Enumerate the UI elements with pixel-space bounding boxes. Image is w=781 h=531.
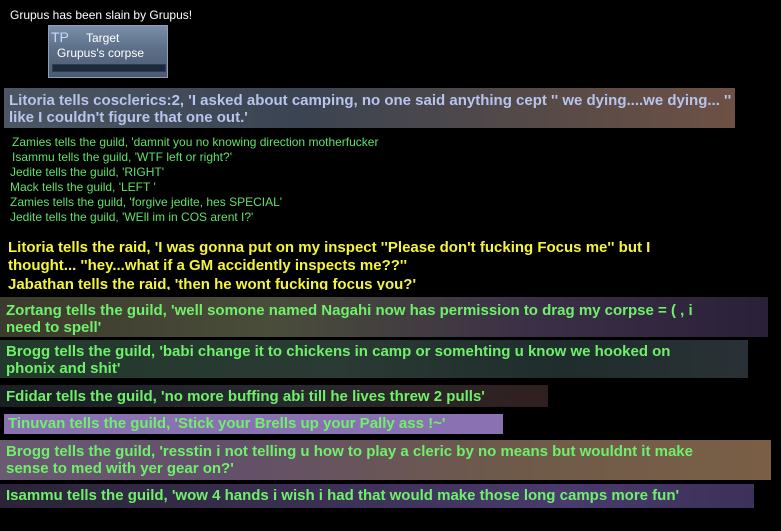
guild-line: Brogg tells the guild, 'resstin i not te… xyxy=(6,443,693,460)
guild-line: Zamies tells the guild, 'damnit you no k… xyxy=(12,135,379,149)
target-icon: TP xyxy=(51,29,69,45)
guild-line: need to spell' xyxy=(6,319,102,336)
guild-line: Jedite tells the guild, 'RIGHT' xyxy=(10,165,164,179)
guild-line: Tinuvan tells the guild, 'Stick your Bre… xyxy=(8,415,446,432)
guild-line: Isammu tells the guild, 'wow 4 hands i w… xyxy=(6,487,680,504)
guild-line: Fdidar tells the guild, 'no more buffing… xyxy=(6,388,485,405)
guild-line: phonix and shit' xyxy=(6,360,121,377)
raid-line: Litoria tells the raid, 'I was gonna put… xyxy=(8,239,651,256)
guild-line: Mack tells the guild, 'LEFT ' xyxy=(10,180,156,194)
guild-line: sense to med with yer gear on?' xyxy=(6,460,234,477)
raid-line: thought... ''hey...what if a GM accident… xyxy=(8,257,408,274)
guild-line: Zortang tells the guild, 'well somone na… xyxy=(6,302,693,319)
guild-line: Jedite tells the guild, 'WEll im in COS … xyxy=(10,210,254,224)
guild-line: Brogg tells the guild, 'babi change it t… xyxy=(6,343,671,360)
channel-message: Litoria tells cosclerics:2, 'I asked abo… xyxy=(9,92,732,126)
raid-line: Jabathan tells the raid, 'then he wont f… xyxy=(8,276,417,290)
target-window[interactable]: TP Target Grupus's corpse xyxy=(48,25,168,78)
system-message: Grupus has been slain by Grupus! xyxy=(10,8,193,22)
guild-line: Isammu tells the guild, 'WTF left or rig… xyxy=(12,150,232,164)
target-health-bar xyxy=(52,64,166,72)
guild-line: Zamies tells the guild, 'forgive jedite,… xyxy=(10,195,283,209)
target-label: Target xyxy=(86,31,120,45)
target-name: Grupus's corpse xyxy=(57,46,144,60)
